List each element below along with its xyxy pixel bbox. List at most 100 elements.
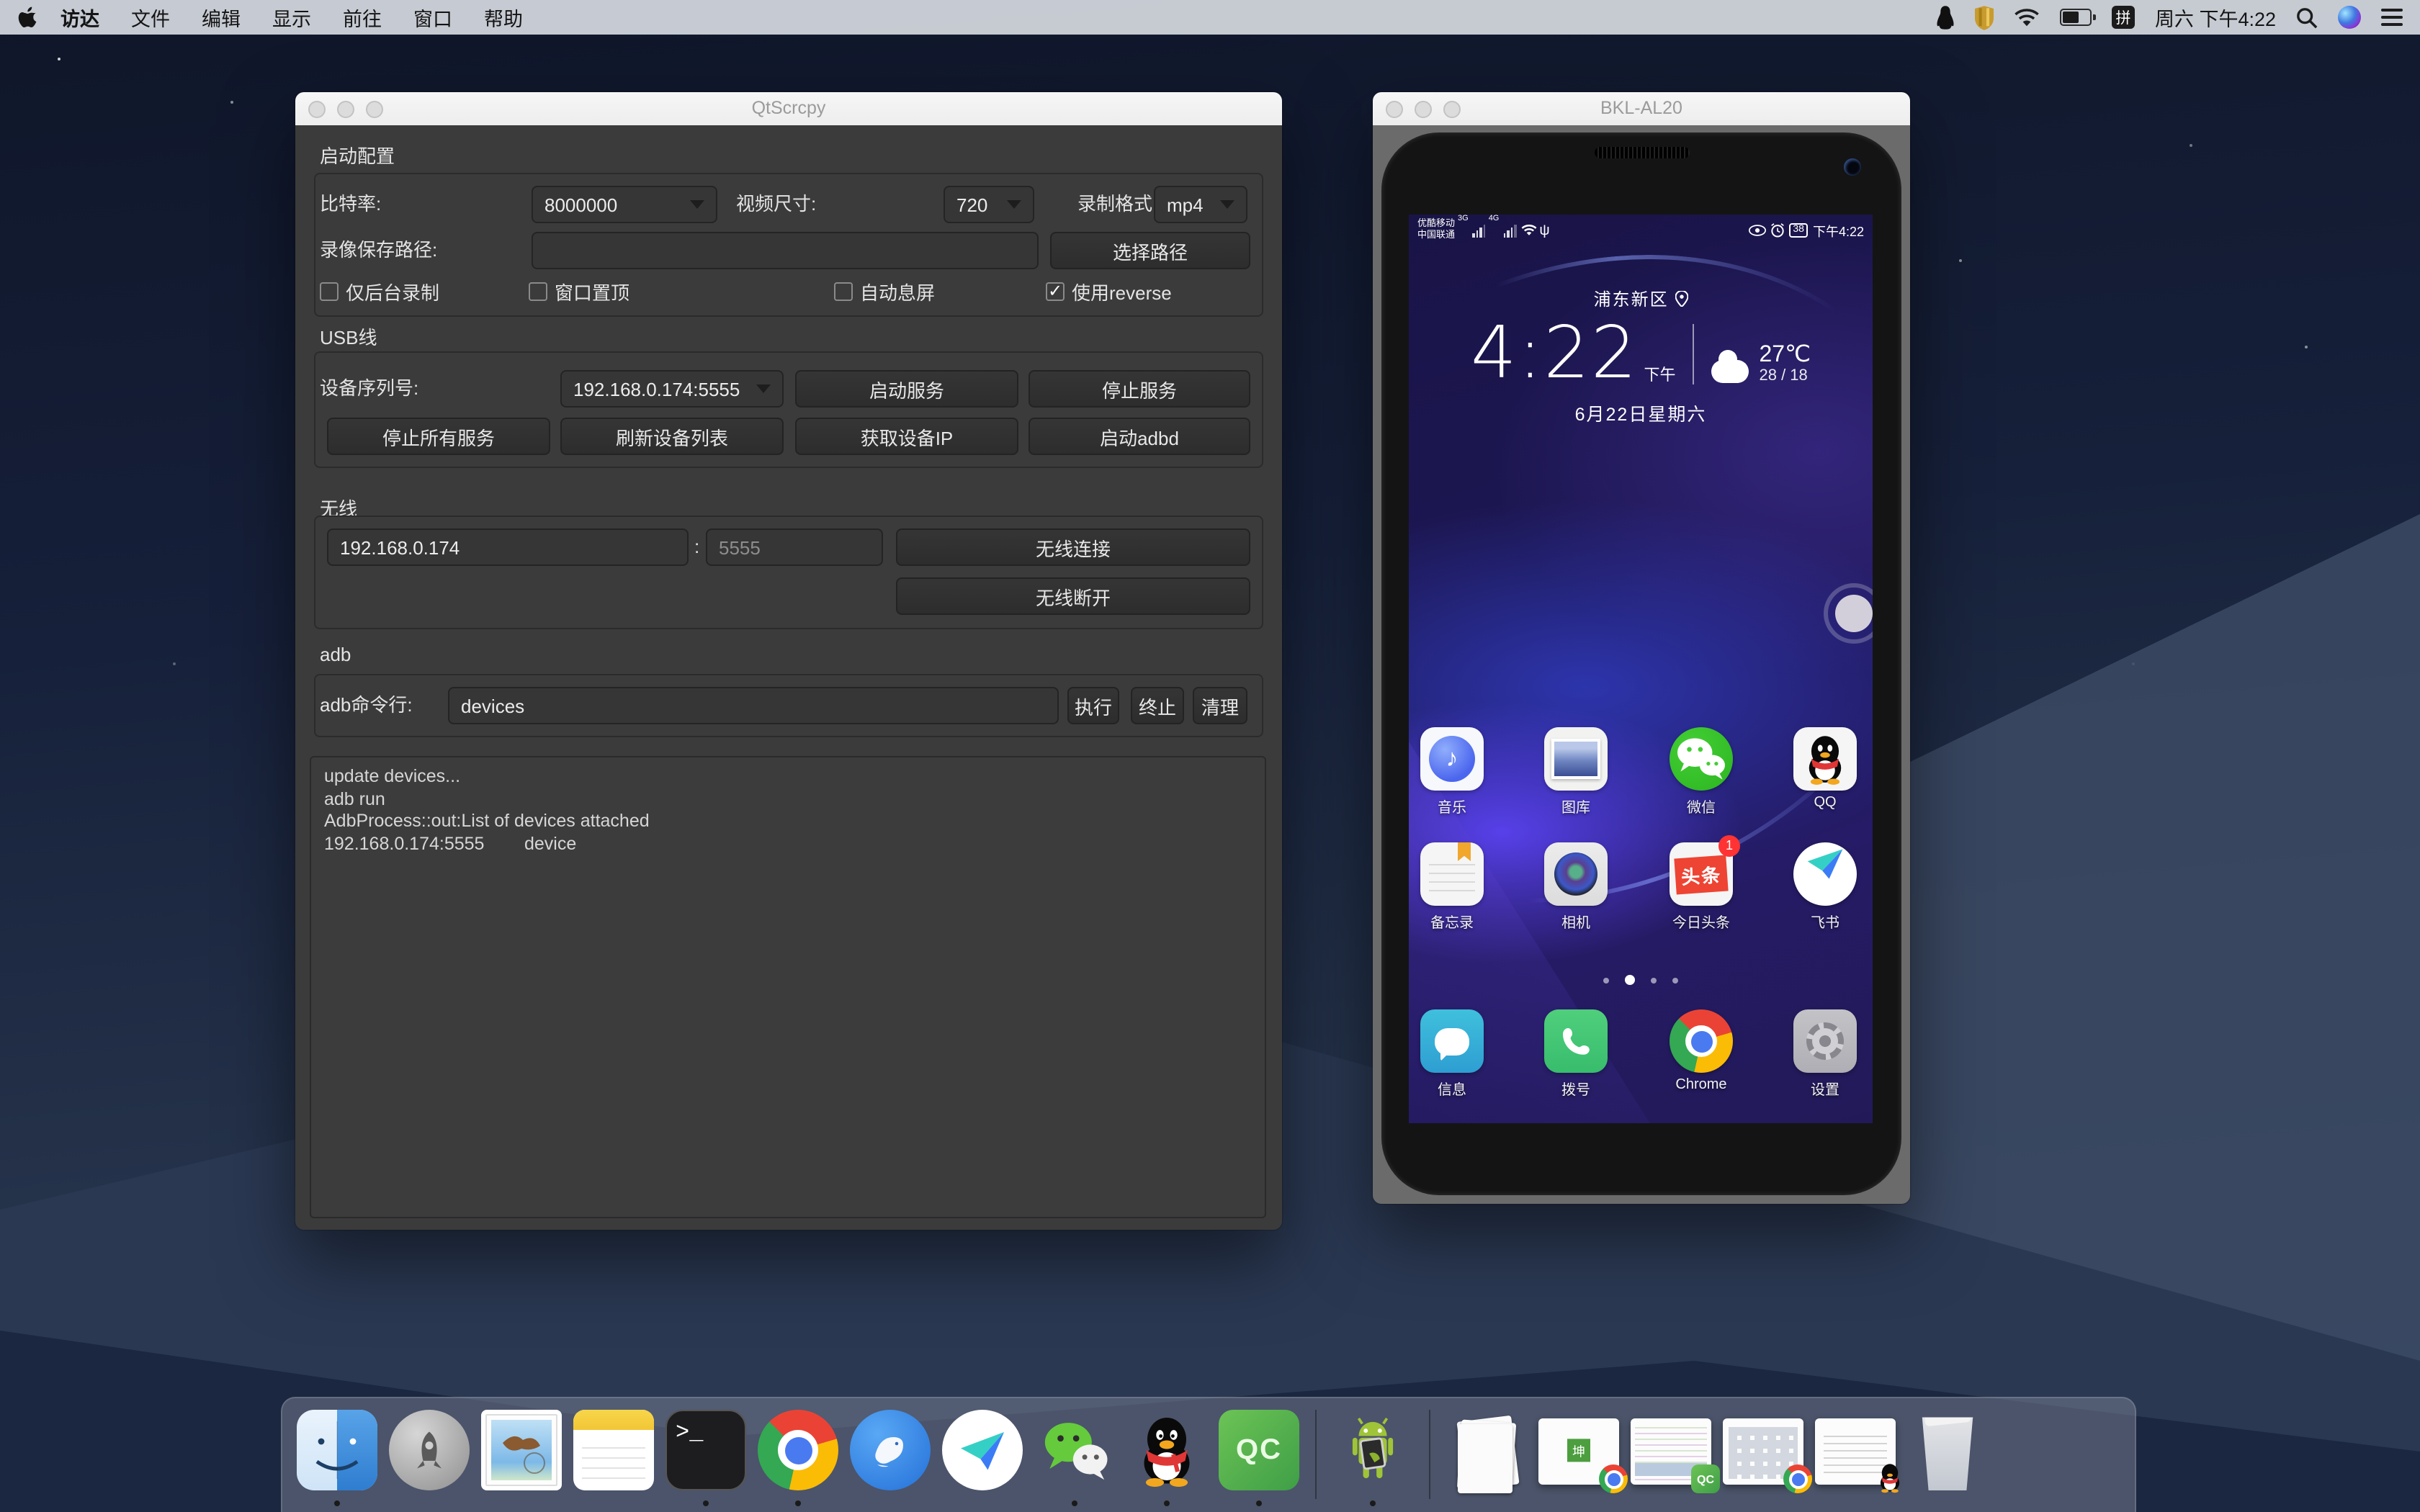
app-label: 图库 bbox=[1544, 795, 1608, 816]
qq-icon bbox=[1793, 727, 1857, 791]
app-gallery[interactable]: 图库 bbox=[1544, 727, 1608, 816]
phone-screen[interactable]: 优酷移动 中国联通 3G 4G ψ 38 下午4:22 bbox=[1409, 215, 1873, 1123]
app-notes[interactable]: 备忘录 bbox=[1420, 842, 1484, 932]
dock-wechat[interactable] bbox=[1034, 1410, 1115, 1490]
dock-feishu[interactable] bbox=[942, 1410, 1023, 1490]
menu-edit[interactable]: 编辑 bbox=[186, 3, 256, 32]
apple-menu[interactable] bbox=[17, 5, 39, 30]
app-settings[interactable]: 设置 bbox=[1793, 1009, 1857, 1099]
battery-charging-icon: 38 bbox=[1788, 223, 1809, 238]
menu-help[interactable]: 帮助 bbox=[468, 3, 539, 32]
phone-body: 优酷移动 中国联通 3G 4G ψ 38 下午4:22 bbox=[1373, 125, 1910, 1204]
clock-widget[interactable]: 4:22 下午 27℃ 28 / 18 bbox=[1409, 318, 1873, 387]
dock-documents-stack[interactable] bbox=[1446, 1416, 1527, 1496]
dock-trash[interactable] bbox=[1907, 1410, 1988, 1490]
checkbox-auto-screen-off[interactable]: 自动息屏 bbox=[834, 279, 935, 302]
adb-execute-button[interactable]: 执行 bbox=[1067, 687, 1119, 724]
checkbox-background-record[interactable]: 仅后台录制 bbox=[320, 279, 439, 302]
choose-path-button[interactable]: 选择路径 bbox=[1050, 232, 1250, 269]
wireless-ip-input[interactable] bbox=[327, 528, 689, 566]
phone-status-bar: 优酷移动 中国联通 3G 4G ψ 38 下午4:22 bbox=[1409, 215, 1873, 246]
app-music[interactable]: ♪ 音乐 bbox=[1420, 727, 1484, 816]
dock-divider bbox=[1315, 1410, 1317, 1499]
dock-qtscrcpy[interactable]: QC bbox=[1219, 1410, 1299, 1490]
dock-chrome[interactable] bbox=[758, 1410, 838, 1490]
spotlight-search-icon[interactable] bbox=[2296, 4, 2318, 30]
dock-seal-app[interactable] bbox=[850, 1410, 931, 1490]
menu-file[interactable]: 文件 bbox=[115, 3, 186, 32]
bitrate-combo[interactable]: 8000000 bbox=[532, 186, 717, 223]
menu-bar-clock[interactable]: 周六 下午4:22 bbox=[2155, 3, 2276, 32]
stop-all-services-button[interactable]: 停止所有服务 bbox=[327, 418, 550, 455]
adb-clear-button[interactable]: 清理 bbox=[1193, 687, 1247, 724]
get-device-ip-button[interactable]: 获取设备IP bbox=[795, 418, 1018, 455]
bitrate-label: 比特率: bbox=[320, 186, 381, 223]
app-wechat[interactable]: 微信 bbox=[1670, 727, 1733, 816]
serial-value: 192.168.0.174:5555 bbox=[573, 378, 740, 400]
minimized-window bbox=[1815, 1418, 1896, 1485]
log-line: adb run bbox=[324, 788, 1252, 811]
refresh-devices-button[interactable]: 刷新设备列表 bbox=[560, 418, 784, 455]
dock-minimized-qq-chat[interactable] bbox=[1815, 1410, 1896, 1490]
dock-minimized-chrome-doc[interactable]: 坤 bbox=[1538, 1410, 1619, 1490]
dock-android-scrcpy[interactable] bbox=[1332, 1410, 1413, 1490]
status-time: 下午4:22 bbox=[1813, 221, 1864, 240]
start-adbd-button[interactable]: 启动adbd bbox=[1028, 418, 1250, 455]
adb-terminate-button[interactable]: 终止 bbox=[1131, 687, 1184, 724]
app-messages[interactable]: 信息 bbox=[1420, 1009, 1484, 1099]
dock-qq[interactable] bbox=[1126, 1410, 1207, 1490]
record-format-value: mp4 bbox=[1167, 194, 1204, 215]
launch-config-section-label: 启动配置 bbox=[320, 141, 395, 168]
qtscrcpy-titlebar[interactable]: QtScrcpy bbox=[295, 92, 1282, 127]
menu-view[interactable]: 显示 bbox=[256, 3, 327, 32]
record-path-input[interactable] bbox=[532, 232, 1039, 269]
usb-section-label: USB线 bbox=[320, 323, 377, 350]
battery-icon[interactable] bbox=[2060, 4, 2092, 30]
checkbox-box bbox=[1046, 282, 1065, 300]
dock-terminal[interactable]: >_ bbox=[666, 1410, 746, 1490]
record-format-combo[interactable]: mp4 bbox=[1154, 186, 1247, 223]
desktop: 访达 文件 编辑 显示 前往 窗口 帮助 拼 周六 下午4:22 bbox=[0, 0, 2420, 1512]
stop-service-button[interactable]: 停止服务 bbox=[1028, 370, 1250, 408]
menu-go[interactable]: 前往 bbox=[327, 3, 398, 32]
dock-finder[interactable] bbox=[297, 1410, 377, 1490]
app-chrome[interactable]: Chrome bbox=[1670, 1009, 1733, 1093]
dock-launchpad[interactable] bbox=[389, 1410, 470, 1490]
checkbox-use-reverse[interactable]: 使用reverse bbox=[1046, 279, 1172, 302]
app-dialer[interactable]: 拨号 bbox=[1544, 1009, 1608, 1099]
location-row[interactable]: 浦东新区 bbox=[1409, 287, 1873, 311]
start-service-button[interactable]: 启动服务 bbox=[795, 370, 1018, 408]
app-toutiao[interactable]: 头条 1 今日头条 bbox=[1670, 842, 1733, 932]
finder-icon bbox=[297, 1410, 377, 1490]
dock-minimized-chrome-webpage[interactable] bbox=[1723, 1410, 1803, 1490]
dock-minimized-qtscrcpy-code[interactable]: QC bbox=[1631, 1410, 1711, 1490]
app-label: 设置 bbox=[1793, 1077, 1857, 1099]
dock-mail[interactable] bbox=[481, 1410, 562, 1490]
checkbox-window-on-top[interactable]: 窗口置顶 bbox=[529, 279, 629, 302]
wireless-connect-button[interactable]: 无线连接 bbox=[896, 528, 1250, 566]
shield-icon[interactable] bbox=[1975, 4, 1994, 30]
pinyin-input-icon[interactable]: 拼 bbox=[2112, 6, 2135, 29]
phone-titlebar[interactable]: BKL-AL20 bbox=[1373, 92, 1910, 127]
wifi-icon[interactable] bbox=[2014, 4, 2040, 30]
feishu-dock-icon bbox=[942, 1410, 1023, 1490]
chrome-badge-icon bbox=[1783, 1464, 1812, 1493]
bitrate-value: 8000000 bbox=[544, 194, 617, 215]
menu-window[interactable]: 窗口 bbox=[398, 3, 468, 32]
siri-icon[interactable] bbox=[2338, 6, 2361, 29]
wechat-dock-icon bbox=[1034, 1410, 1115, 1490]
app-camera[interactable]: 相机 bbox=[1544, 842, 1608, 932]
page-indicator[interactable] bbox=[1409, 975, 1873, 985]
serial-combo[interactable]: 192.168.0.174:5555 bbox=[560, 370, 784, 408]
app-qq[interactable]: QQ bbox=[1793, 727, 1857, 811]
wireless-disconnect-button[interactable]: 无线断开 bbox=[896, 577, 1250, 615]
wireless-port-input[interactable] bbox=[706, 528, 883, 566]
adb-cmd-input[interactable] bbox=[448, 687, 1059, 724]
chrome-icon bbox=[1670, 1009, 1733, 1073]
menu-finder[interactable]: 访达 bbox=[45, 3, 115, 32]
notification-center-icon[interactable] bbox=[2381, 9, 2403, 26]
dock-notes[interactable] bbox=[573, 1410, 654, 1490]
app-feishu[interactable]: 飞书 bbox=[1793, 842, 1857, 932]
video-size-combo[interactable]: 720 bbox=[944, 186, 1034, 223]
qq-penguin-icon[interactable] bbox=[1936, 4, 1955, 30]
